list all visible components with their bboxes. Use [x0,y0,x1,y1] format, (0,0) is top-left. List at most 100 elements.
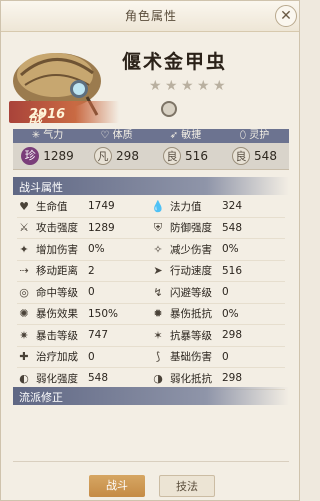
stat-cell: ◐ 弱化强度 548 [17,368,151,389]
star-icon: ★ [213,78,226,94]
combat-section-header: 战斗属性 [13,177,289,195]
power-banner: 战力 2916 [9,101,119,145]
stat-row: ◎ 命中等级 0 ↯ 闪避等级 0 [17,282,285,304]
target-icon: ◎ [19,285,29,299]
stat-label: 弱化强度 [36,372,78,385]
star-icon: ★ [181,78,194,94]
close-icon[interactable]: ✕ [275,5,297,27]
stat-label: 暴伤抵抗 [170,308,212,321]
dodge-icon: ↯ [153,285,163,299]
window-title: 角色属性 [124,9,177,23]
combat-section-title: 战斗属性 [19,181,63,194]
title-bar: 角色属性 ✕ [1,1,299,32]
attribute-value-spirit-guard: 良 548 [220,147,289,165]
school-section-title: 流派修正 [19,391,63,404]
burst-icon: ✺ [19,307,29,321]
stat-label: 减少伤害 [170,243,212,256]
element-gem-icon [161,101,177,117]
crit-icon: ✷ [19,328,29,342]
category-qi: ✳ 气力 [31,130,64,141]
grade-badge: 良 [232,147,251,165]
stat-cell: ⚔ 攻击强度 1289 [17,218,151,239]
stat-value: 298 [222,372,243,385]
stat-cell: ✚ 治疗加成 0 [17,347,151,368]
stat-cell: ✷ 暴击等级 747 [17,325,151,346]
sword-plus-icon: ✦ [19,242,29,256]
stat-label: 暴伤效果 [36,308,78,321]
stat-value: 0 [88,286,95,299]
stat-cell: ◎ 命中等级 0 [17,282,151,303]
stat-row: ✷ 暴击等级 747 ✶ 抗暴等级 298 [17,325,285,347]
stat-label: 基础伤害 [170,351,212,364]
stat-value: 516 [222,264,243,277]
heart-icon: ♥ [19,199,29,213]
stat-label: 弱化抵抗 [170,372,212,385]
stat-value: 324 [222,200,243,213]
stat-value: 1749 [88,200,115,213]
stat-cell: ↯ 闪避等级 0 [151,282,285,303]
stat-value: 1289 [88,221,115,234]
tab-technique[interactable]: 技法 [159,475,215,497]
attribute-value-qi: 珍 1289 [13,147,82,165]
stat-cell: ➤ 行动速度 516 [151,261,285,282]
stat-label: 增加伤害 [36,243,78,256]
attribute-value-agility: 良 516 [151,147,220,165]
sword-icon: ⚔ [19,221,29,235]
stat-cell: ⟆ 基础伤害 0 [151,347,285,368]
stat-cell: ✧ 减少伤害 0% [151,239,285,260]
stat-label: 命中等级 [36,286,78,299]
stat-value: 0 [222,350,229,363]
stat-label: 防御强度 [170,222,212,235]
stat-value: 548 [222,221,243,234]
stat-cell: ✹ 暴伤抵抗 0% [151,304,285,325]
category-constitution: ♡ 体质 [100,130,133,141]
stat-cell: ⛨ 防御强度 548 [151,218,285,239]
boot-icon: ⇢ [19,264,29,278]
stat-value: 747 [88,329,109,342]
stat-value: 548 [88,372,109,385]
stat-row: ⚔ 攻击强度 1289 ⛨ 防御强度 548 [17,218,285,239]
attribute-values: 珍 1289 凡 298 良 516 良 548 [13,143,289,170]
stat-cell: ✦ 增加伤害 0% [17,239,151,260]
stat-value: 0% [88,243,105,256]
power-value: 2916 [29,107,66,122]
stat-value: 0 [88,350,95,363]
category-agility: ➶ 敏捷 [169,130,202,141]
stat-row: ⇢ 移动距离 2 ➤ 行动速度 516 [17,261,285,282]
stat-value: 0% [222,307,239,320]
star-rating: ★ ★ ★ ★ ★ [149,79,227,93]
stat-cell: ◑ 弱化抵抗 298 [151,368,285,389]
stat-value: 2 [88,264,95,277]
school-section-header: 流派修正 [13,387,289,405]
speed-icon: ➤ [153,264,163,278]
stat-value: 0 [222,286,229,299]
stat-cell: ✺ 暴伤效果 150% [17,304,151,325]
stat-label: 治疗加成 [36,351,78,364]
stat-row: ♥ 生命值 1749 💧 法力值 324 [17,196,285,218]
resist-icon: ✹ [153,307,163,321]
tab-bar: 战斗 技法 [89,475,215,497]
stat-row: ✦ 增加伤害 0% ✧ 减少伤害 0% [17,239,285,261]
claw-icon: ⟆ [155,350,161,364]
star-icon: ★ [197,78,210,94]
combat-stats-table: ♥ 生命值 1749 💧 法力值 324 ⚔ 攻击强度 1289 ⛨ 防御强度 548 ✦ 增加伤害 0% ✧… [17,196,285,390]
grade-badge: 良 [163,147,182,165]
stat-cell: ♥ 生命值 1749 [17,196,151,217]
bottom-divider [13,461,289,462]
category-spirit-guard: ⬯ 灵护 [239,130,270,141]
star-icon: ★ [149,78,162,94]
shield-minus-icon: ✧ [153,242,163,256]
grade-badge: 凡 [94,147,113,165]
tab-combat[interactable]: 战斗 [89,475,145,497]
stat-cell: ⇢ 移动距离 2 [17,261,151,282]
character-attributes-panel: 角色属性 ✕ 战力 2916 偃术金甲虫 ★ ★ ★ ★ ★ ✳ 气力 ♡ 体质… [0,0,300,501]
stat-label: 移动距离 [36,265,78,278]
weaken-resist-icon: ◑ [153,371,163,385]
shield-icon: ⛨ [153,220,163,234]
character-header: 战力 2916 偃术金甲虫 ★ ★ ★ ★ ★ [1,31,299,145]
attribute-categories: ✳ 气力 ♡ 体质 ➶ 敏捷 ⬯ 灵护 [13,129,289,143]
stat-label: 行动速度 [170,265,212,278]
anti-crit-icon: ✶ [153,328,163,342]
stat-label: 生命值 [36,200,68,213]
stat-label: 闪避等级 [170,286,212,299]
